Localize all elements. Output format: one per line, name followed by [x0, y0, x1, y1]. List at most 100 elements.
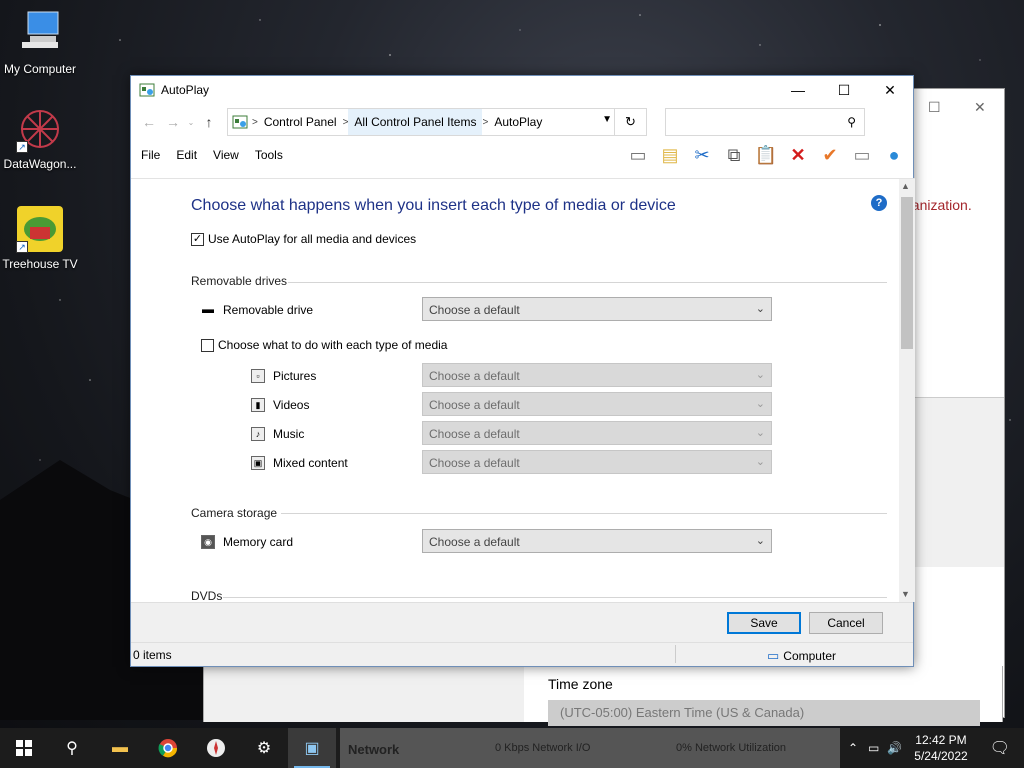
background-settings-lower: Time zone (UTC-05:00) Eastern Time (US &…: [203, 666, 1003, 726]
background-panel: [904, 397, 1004, 567]
timezone-select[interactable]: (UTC-05:00) Eastern Time (US & Canada): [548, 700, 980, 726]
media-row-videos: ▮ Videos: [251, 398, 309, 412]
background-settings-window[interactable]: ☐ ✕ ganization.: [903, 88, 1005, 718]
menu-tools[interactable]: Tools: [247, 148, 291, 162]
camera-icon: ◉: [201, 535, 215, 549]
page-heading: Choose what happens when you insert each…: [191, 197, 676, 214]
settings-gear-icon[interactable]: ⚙: [240, 728, 288, 768]
removable-drive-label: Removable drive: [223, 303, 314, 317]
recent-locations-chevron-icon[interactable]: ⌄: [185, 118, 197, 127]
section-divider: [281, 513, 887, 514]
help-icon[interactable]: ?: [871, 195, 887, 211]
start-button[interactable]: [0, 728, 48, 768]
title-bar[interactable]: AutoPlay — ☐ ✕: [131, 76, 913, 104]
section-camera-storage: Camera storage: [191, 506, 278, 520]
network-icon[interactable]: ▭: [864, 741, 883, 755]
properties-icon[interactable]: ▭: [849, 142, 875, 168]
clock-date: 5/24/2022: [914, 749, 968, 763]
minimize-button[interactable]: —: [775, 76, 821, 104]
paste-icon[interactable]: 📋: [753, 142, 779, 168]
address-dropdown-icon[interactable]: ▼: [602, 114, 612, 125]
menu-view[interactable]: View: [205, 148, 247, 162]
vertical-scrollbar[interactable]: ▲ ▼: [899, 179, 915, 602]
checkbox-box[interactable]: ✓: [191, 232, 204, 246]
pictures-select[interactable]: Choose a default ⌄: [422, 363, 772, 387]
save-button[interactable]: Save: [727, 612, 801, 634]
menu-bar: File Edit View Tools ▭ ▤ ✂ ⧉ 📋 ✕ ✔ ▭ ●: [131, 140, 913, 170]
per-media-checkbox[interactable]: Choose what to do with each type of medi…: [201, 338, 447, 352]
maximize-icon[interactable]: ☐: [928, 99, 941, 116]
file-explorer-icon[interactable]: ▬: [96, 728, 144, 768]
menu-file[interactable]: File: [133, 148, 168, 162]
volume-icon[interactable]: 🔊: [883, 741, 906, 755]
removable-drive-select[interactable]: Choose a default ⌄: [422, 297, 772, 321]
scroll-up-icon[interactable]: ▲: [901, 181, 910, 191]
checkbox-box[interactable]: [201, 338, 214, 352]
treehouse-tv-logo-icon: ↗: [16, 205, 64, 253]
copy-icon[interactable]: ⧉: [721, 142, 747, 168]
timezone-label: Time zone: [548, 676, 613, 692]
media-label: Mixed content: [273, 456, 348, 470]
breadcrumb-autoplay[interactable]: AutoPlay: [488, 109, 548, 135]
cut-icon[interactable]: ✂: [689, 142, 715, 168]
search-box[interactable]: ⚲: [665, 108, 865, 136]
autoplay-window: AutoPlay — ☐ ✕ ← → ⌄ ↑ > Control Panel >…: [130, 75, 915, 667]
notifications-icon[interactable]: 🗨: [976, 738, 1024, 758]
status-bar: 0 items ▭ Computer: [131, 642, 913, 666]
music-file-icon: ♪: [251, 427, 265, 441]
dialog-footer: Save Cancel: [131, 602, 913, 642]
status-location-label: Computer: [783, 649, 836, 663]
select-value: Choose a default: [429, 398, 520, 412]
mixed-content-icon: ▣: [251, 456, 265, 470]
refresh-icon[interactable]: ↻: [614, 109, 646, 135]
memory-card-select[interactable]: Choose a default ⌄: [422, 529, 772, 553]
address-bar[interactable]: > Control Panel > All Control Panel Item…: [227, 108, 647, 136]
chevron-down-icon: ⌄: [755, 427, 765, 439]
control-panel-taskbar-icon[interactable]: ▣: [288, 728, 336, 768]
picture-file-icon: ▫: [251, 369, 265, 383]
check-icon[interactable]: ✔: [817, 142, 843, 168]
scroll-down-icon[interactable]: ▼: [901, 589, 910, 599]
breadcrumb-control-panel[interactable]: Control Panel: [258, 109, 343, 135]
search-input[interactable]: [666, 109, 836, 135]
globe-icon[interactable]: ●: [881, 142, 907, 168]
clock-time: 12:42 PM: [915, 733, 967, 747]
mixed-content-select[interactable]: Choose a default ⌄: [422, 450, 772, 474]
delete-icon[interactable]: ✕: [785, 142, 811, 168]
select-value: Choose a default: [429, 369, 520, 383]
clock[interactable]: 12:42 PM 5/24/2022: [906, 732, 975, 764]
search-icon[interactable]: ⚲: [48, 728, 96, 768]
datawagon-logo-icon: ↗: [16, 105, 64, 153]
panes-icon[interactable]: ▭: [625, 142, 651, 168]
taskbar: ⚲ ▬ ⚙ ▣ Network 0 Kbps Network I/O 0% Ne…: [0, 728, 1024, 768]
cancel-button[interactable]: Cancel: [809, 612, 883, 634]
show-hidden-icons-chevron-icon[interactable]: ⌃: [842, 741, 864, 755]
forward-arrow-icon[interactable]: →: [161, 114, 185, 130]
up-arrow-icon[interactable]: ↑: [197, 114, 221, 130]
menu-edit[interactable]: Edit: [168, 148, 205, 162]
maximize-button[interactable]: ☐: [821, 76, 867, 104]
close-button[interactable]: ✕: [867, 76, 913, 104]
compass-app-icon[interactable]: [192, 728, 240, 768]
section-divider: [288, 282, 887, 283]
navigation-bar: ← → ⌄ ↑ > Control Panel > All Control Pa…: [131, 104, 913, 140]
breadcrumb-all-items[interactable]: All Control Panel Items: [348, 109, 483, 135]
scrollbar-thumb[interactable]: [901, 197, 913, 349]
computer-icon: [16, 10, 64, 58]
desktop-icon-my-computer[interactable]: My Computer: [0, 10, 80, 76]
back-arrow-icon[interactable]: ←: [137, 114, 161, 130]
desktop-icon-datawagon[interactable]: ↗ DataWagon...: [0, 105, 80, 171]
desktop-icon-treehouse-tv[interactable]: ↗ Treehouse TV: [0, 205, 80, 271]
network-utilization-label: 0% Network Utilization: [676, 742, 787, 754]
folder-views-icon[interactable]: ▤: [657, 142, 683, 168]
checkbox-label: Use AutoPlay for all media and devices: [208, 232, 417, 246]
search-icon[interactable]: ⚲: [847, 115, 856, 129]
checkbox-label: Choose what to do with each type of medi…: [218, 338, 448, 352]
use-autoplay-checkbox[interactable]: ✓ Use AutoPlay for all media and devices: [191, 232, 416, 246]
videos-select[interactable]: Choose a default ⌄: [422, 392, 772, 416]
close-icon[interactable]: ✕: [974, 99, 986, 116]
chevron-down-icon: ⌄: [755, 303, 765, 315]
autoplay-settings-pane: Choose what happens when you insert each…: [131, 178, 915, 602]
music-select[interactable]: Choose a default ⌄: [422, 421, 772, 445]
chrome-icon[interactable]: [144, 728, 192, 768]
